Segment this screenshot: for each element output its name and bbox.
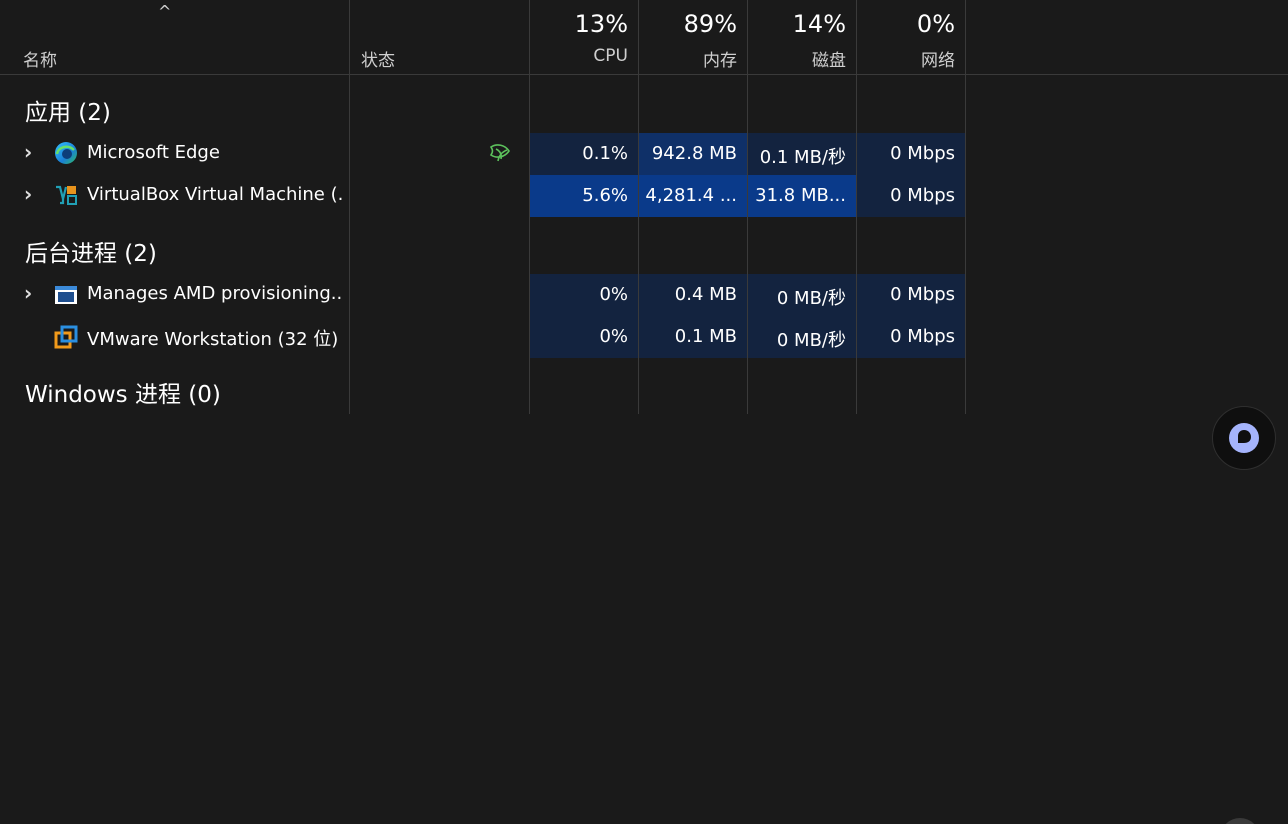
network-cell: 0 Mbps [857,316,965,358]
memory-cell: 0.4 MB [639,274,747,316]
header-divider [0,74,1288,75]
expand-chevron-icon[interactable]: › [24,182,32,206]
cpu-value: 5.6% [582,185,628,206]
app-window-icon [55,286,77,304]
cpu-cell: 0.1% [530,133,638,175]
sort-caret-icon: ^ [158,2,172,21]
corner-button[interactable] [1220,818,1260,824]
efficiency-leaf-icon [489,144,510,162]
section-heading-apps[interactable]: 应用 (2) [25,93,111,127]
memory-value: 0.1 MB [674,326,737,347]
column-header-status-label: 状态 [361,51,395,71]
network-value: 0 Mbps [890,143,955,164]
cpu-value: 0.1% [582,143,628,164]
vmware-icon [54,325,78,349]
memory-column-label: 内存 [703,51,737,71]
disk-column-label: 磁盘 [812,51,846,71]
memory-cell: 942.8 MB [639,133,747,175]
disk-value: 0.1 MB/秒 [759,147,846,168]
process-name: VMware Workstation (32 位) [87,329,339,350]
cpu-value: 0% [599,284,628,305]
disk-value: 0 MB/秒 [776,288,846,309]
cpu-cell: 5.6% [530,175,638,217]
disk-cell: 31.8 MB... [748,175,856,217]
memory-total-percent: 89% [683,10,737,38]
assistant-button[interactable] [1212,406,1276,470]
network-cell: 0 Mbps [857,175,965,217]
task-manager-processes: ^ 名称 状态 13% CPU 89% 内存 14% 磁盘 0% 网络 应用 (… [0,0,1288,824]
disk-cell: 0 MB/秒 [748,274,856,316]
disk-value: 31.8 MB... [755,185,846,206]
column-header-name-label: 名称 [23,51,57,71]
memory-cell: 4,281.4 ... [639,175,747,217]
network-value: 0 Mbps [890,284,955,305]
memory-value: 942.8 MB [651,143,737,164]
virtualbox-icon [56,185,77,205]
network-value: 0 Mbps [890,185,955,206]
memory-cell: 0.1 MB [639,316,747,358]
memory-value: 0.4 MB [674,284,737,305]
network-cell: 0 Mbps [857,133,965,175]
cpu-column-label: CPU [593,46,628,66]
disk-value: 0 MB/秒 [776,330,846,351]
network-column-label: 网络 [921,51,955,71]
cpu-value: 0% [599,326,628,347]
edge-icon [55,142,77,164]
section-heading-windows[interactable]: Windows 进程 (0) [25,375,221,409]
network-value: 0 Mbps [890,326,955,347]
column-divider[interactable] [965,0,966,414]
memory-value: 4,281.4 ... [645,185,737,206]
cpu-cell: 0% [530,316,638,358]
cpu-cell: 0% [530,274,638,316]
process-name: Microsoft Edge [87,142,220,163]
disk-cell: 0.1 MB/秒 [748,133,856,175]
column-divider[interactable] [349,0,350,414]
disk-total-percent: 14% [792,10,846,38]
expand-chevron-icon[interactable]: › [24,281,32,305]
assistant-chat-icon [1229,423,1259,453]
network-cell: 0 Mbps [857,274,965,316]
section-heading-background[interactable]: 后台进程 (2) [25,234,157,268]
disk-cell: 0 MB/秒 [748,316,856,358]
process-name: Manages AMD provisioning... [87,283,343,304]
cpu-total-percent: 13% [574,10,628,38]
process-name: VirtualBox Virtual Machine (... [87,184,343,205]
network-total-percent: 0% [916,10,955,38]
expand-chevron-icon[interactable]: › [24,140,32,164]
